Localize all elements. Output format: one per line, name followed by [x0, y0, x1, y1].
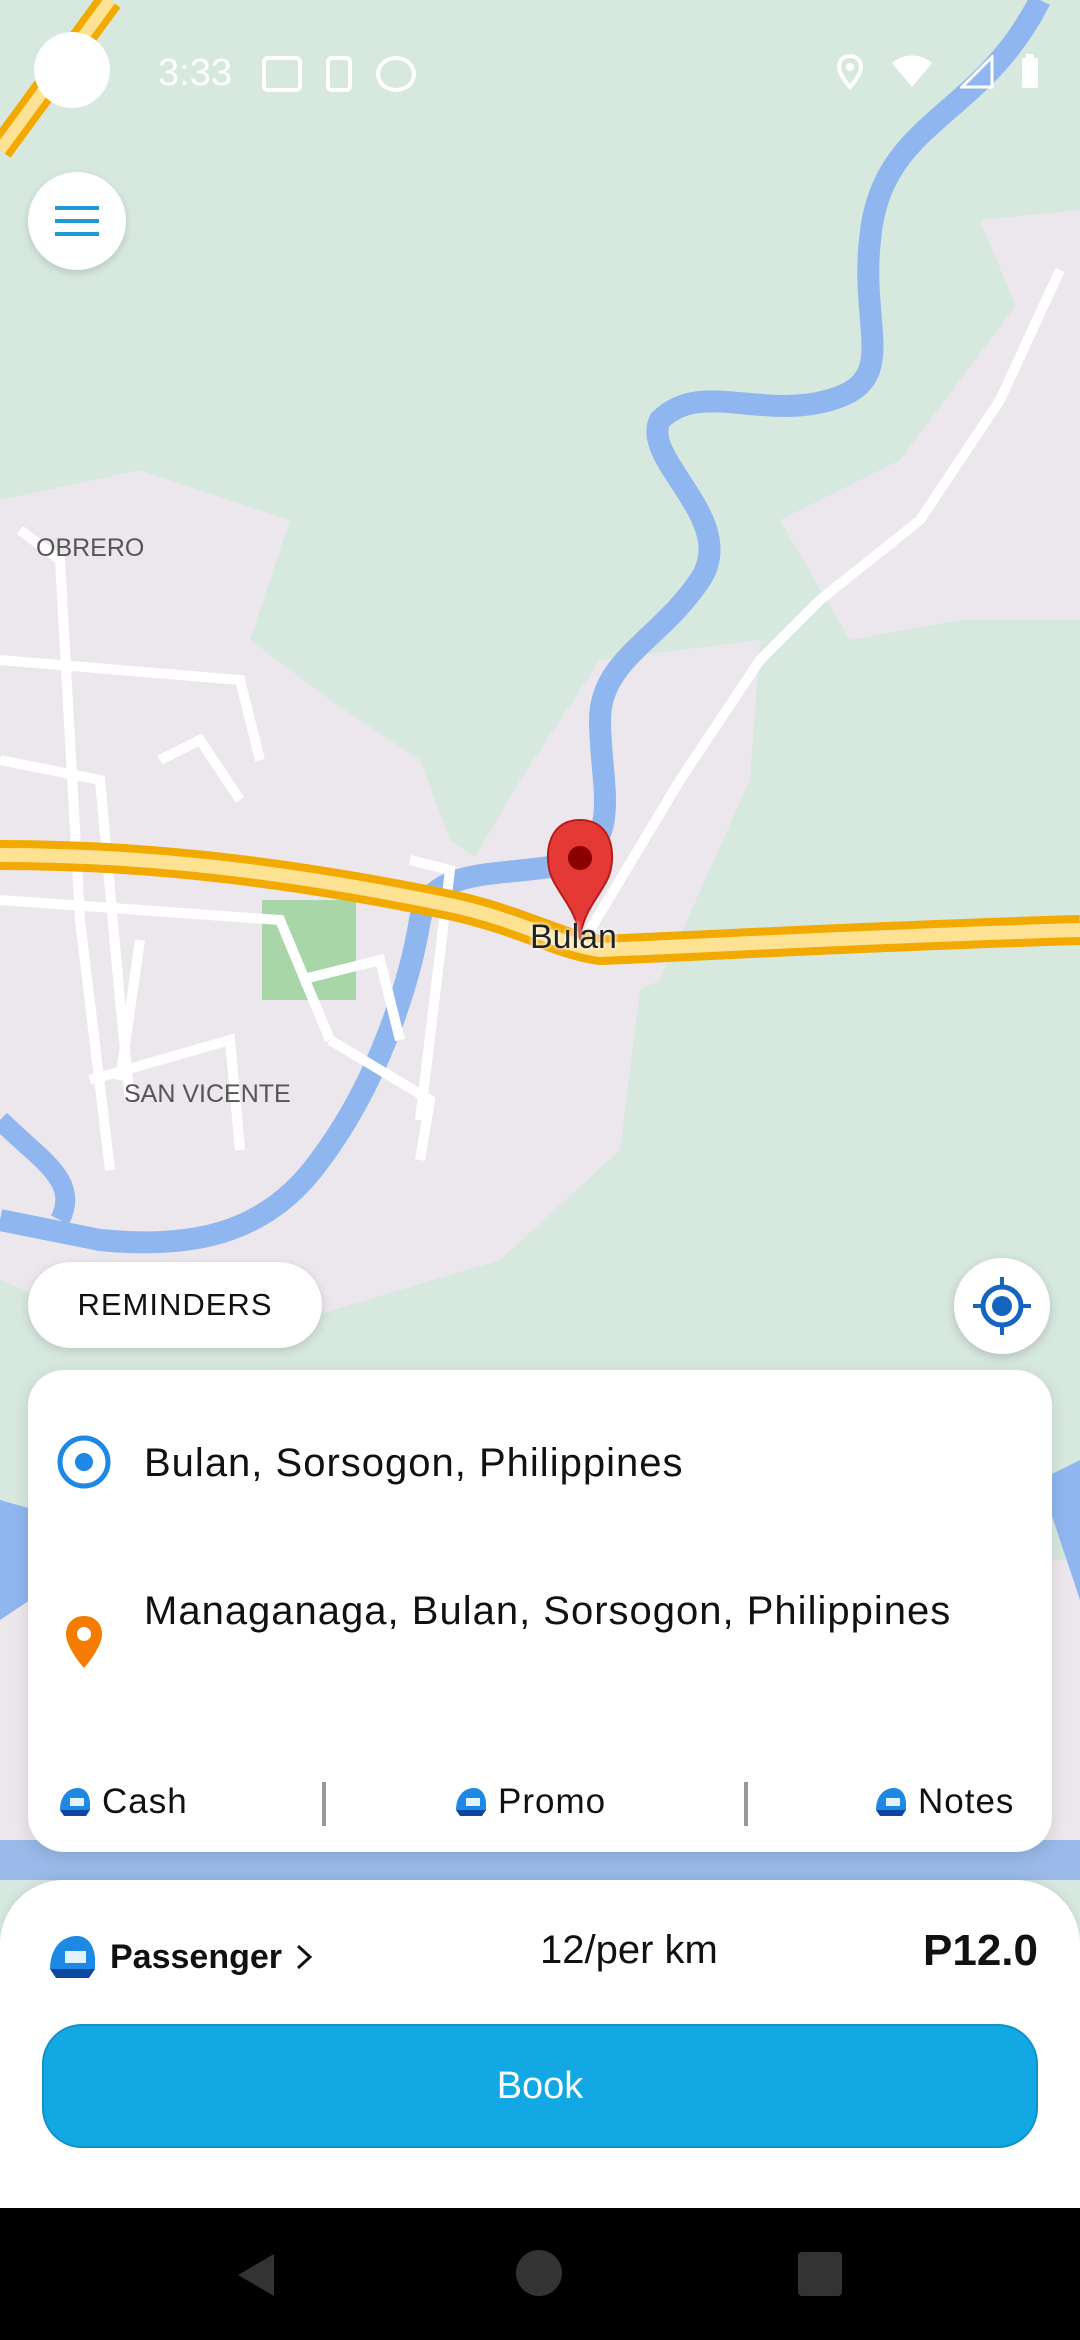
- hamburger-icon: [55, 206, 99, 236]
- wifi-icon: [892, 55, 932, 87]
- divider: [744, 1782, 748, 1826]
- radio-origin-icon: [56, 1434, 112, 1490]
- helmet-icon: [50, 1936, 95, 1978]
- gmail-icon: [262, 56, 302, 92]
- status-bar: 3:33: [0, 0, 1080, 150]
- reminders-button[interactable]: REMINDERS: [28, 1262, 322, 1348]
- app-icon: [326, 56, 352, 92]
- notification-icons: [262, 56, 416, 92]
- camera-cutout: [34, 32, 110, 108]
- battery-icon: [1022, 54, 1038, 88]
- location-icon: [836, 54, 864, 90]
- promo-option[interactable]: Promo: [452, 1782, 606, 1822]
- fare-price: P12.0: [923, 1926, 1038, 1975]
- menu-button[interactable]: [28, 172, 126, 270]
- pickup-location[interactable]: Bulan, Sorsogon, Philippines: [144, 1432, 1004, 1494]
- divider: [322, 1782, 326, 1826]
- locate-me-button[interactable]: [954, 1258, 1050, 1354]
- helmet-icon: [876, 1788, 906, 1816]
- ride-type-label: Passenger: [110, 1937, 282, 1976]
- triangle-back-icon[interactable]: [236, 2252, 276, 2298]
- promo-label: Promo: [498, 1782, 607, 1821]
- signal-icon: [960, 55, 994, 89]
- circle-home-icon[interactable]: [516, 2250, 562, 2296]
- helmet-icon: [60, 1788, 90, 1816]
- cash-label: Cash: [102, 1782, 188, 1821]
- crosshair-icon: [973, 1277, 1031, 1335]
- route-card: Bulan, Sorsogon, Philippines Managanaga,…: [28, 1370, 1052, 1852]
- notes-option[interactable]: Notes: [872, 1782, 1014, 1822]
- cash-option[interactable]: Cash: [56, 1782, 188, 1822]
- square-recent-icon[interactable]: [798, 2252, 842, 2296]
- app-notification-icon: [376, 56, 416, 92]
- map-label-san-vicente: SAN VICENTE: [124, 1080, 291, 1108]
- system-icons: [836, 54, 1040, 90]
- map-label-town: Bulan: [530, 918, 617, 956]
- ride-type-selector[interactable]: Passenger: [44, 1930, 314, 1984]
- rate-text: 12/per km: [540, 1928, 718, 1972]
- dropoff-location[interactable]: Managanaga, Bulan, Sorsogon, Philippines: [144, 1580, 1004, 1642]
- chevron-right-icon: [296, 1944, 313, 1970]
- helmet-icon: [456, 1788, 486, 1816]
- map-label-obrero: OBRERO: [36, 534, 145, 562]
- location-pin-icon: [56, 1614, 112, 1670]
- book-button[interactable]: Book: [42, 2024, 1038, 2148]
- status-time: 3:33: [158, 52, 232, 94]
- notes-label: Notes: [918, 1782, 1015, 1821]
